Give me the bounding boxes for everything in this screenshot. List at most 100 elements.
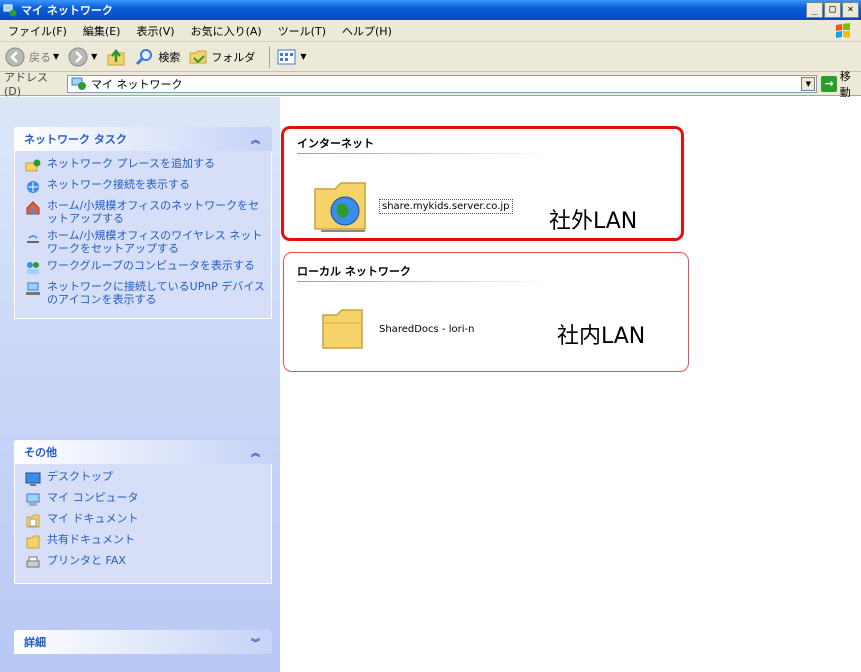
chevron-down-icon[interactable]: ▼ <box>300 52 306 61</box>
network-connections-icon <box>27 181 39 193</box>
up-folder-button[interactable] <box>105 46 127 68</box>
collapse-icon[interactable]: ︽ <box>251 446 260 459</box>
maximize-button[interactable]: □ <box>824 2 841 18</box>
printer-icon <box>26 556 40 568</box>
window-controls: _ □ × <box>806 2 859 18</box>
address-dropdown-button[interactable]: ▼ <box>801 76 816 91</box>
other-places-header[interactable]: その他 ︽ <box>14 440 272 464</box>
menu-file[interactable]: ファイル(F) <box>8 23 67 39</box>
task-view-connections[interactable]: ネットワーク接続を表示する <box>25 178 265 195</box>
task-add-network-place[interactable]: ネットワーク プレースを追加する <box>25 157 265 174</box>
task-show-upnp[interactable]: ネットワークに接続しているUPnP デバイスのアイコンを表示する <box>25 280 265 306</box>
details-panel: 詳細 ︾ <box>14 630 272 654</box>
folders-label: フォルダ <box>211 50 256 64</box>
network-tasks-body: ネットワーク プレースを追加する ネットワーク接続を表示する ホーム/小規模オフ… <box>14 151 272 319</box>
annotation-external-lan: 社外LAN <box>549 209 638 234</box>
annotation-internal-lan: 社内LAN <box>557 324 646 349</box>
address-value: マイ ネットワーク <box>91 77 183 91</box>
add-network-place-icon <box>25 159 41 172</box>
menu-favorites[interactable]: お気に入り(A) <box>191 23 262 39</box>
internet-folder-name: share.mykids.server.co.jp <box>379 198 513 214</box>
place-label: プリンタと FAX <box>47 554 126 567</box>
go-arrow-icon: → <box>821 75 837 92</box>
my-documents-icon <box>26 514 40 528</box>
place-label: マイ ドキュメント <box>47 512 139 525</box>
task-setup-wireless[interactable]: ホーム/小規模オフィスのワイヤレス ネットワークをセットアップする <box>25 229 265 255</box>
shared-documents-icon <box>26 535 40 549</box>
place-desktop[interactable]: デスクトップ <box>25 470 265 487</box>
chevron-down-icon[interactable]: ▼ <box>91 52 97 61</box>
place-label: マイ コンピュータ <box>47 491 139 504</box>
place-label: 共有ドキュメント <box>47 533 135 546</box>
folders-button[interactable]: フォルダ <box>188 47 255 67</box>
task-label: ホーム/小規模オフィスのネットワークをセットアップする <box>47 199 260 225</box>
views-icon <box>277 49 296 64</box>
desktop-icon <box>25 472 41 486</box>
local-group-header: ローカル ネットワーク <box>297 265 411 278</box>
internet-folder-item[interactable]: share.mykids.server.co.jp <box>311 177 513 235</box>
group-divider <box>297 281 553 282</box>
home-network-icon <box>26 201 40 215</box>
panel-title: その他 <box>24 446 57 459</box>
folders-icon <box>189 50 207 63</box>
menu-bar: ファイル(F) 編集(E) 表示(V) お気に入り(A) ツール(T) ヘルプ(… <box>0 20 861 42</box>
chevron-down-icon[interactable]: ▼ <box>53 52 59 61</box>
go-button[interactable]: → 移動 <box>821 68 861 100</box>
windows-logo-icon <box>836 23 850 38</box>
place-my-documents[interactable]: マイ ドキュメント <box>25 512 265 529</box>
menu-tools[interactable]: ツール(T) <box>278 23 326 39</box>
task-pane: ネットワーク タスク ︽ ネットワーク プレースを追加する ネットワーク接続を表… <box>0 97 280 672</box>
task-label: ホーム/小規模オフィスのワイヤレス ネットワークをセットアップする <box>47 229 263 255</box>
panel-title: ネットワーク タスク <box>24 133 127 146</box>
local-folder-name: SharedDocs - lori-n <box>379 323 475 335</box>
go-label: 移動 <box>839 69 851 99</box>
collapse-icon[interactable]: ︽ <box>251 133 260 146</box>
other-places-body: デスクトップ マイ コンピュータ マイ ドキュメント 共有ドキュメント プリンタ… <box>14 464 272 584</box>
place-shared-documents[interactable]: 共有ドキュメント <box>25 533 265 550</box>
toolbar: 戻る ▼ ▼ 検索 フォルダ ▼ <box>0 42 861 72</box>
forward-button[interactable]: ▼ <box>67 46 97 68</box>
up-folder-icon <box>107 48 125 65</box>
workgroup-icon <box>27 262 39 274</box>
place-printers-fax[interactable]: プリンタと FAX <box>25 554 265 571</box>
search-button[interactable]: 検索 <box>135 47 180 67</box>
address-input[interactable]: マイ ネットワーク ▼ <box>67 74 818 93</box>
internet-group-header: インターネット <box>297 137 374 150</box>
network-tasks-header[interactable]: ネットワーク タスク ︽ <box>14 127 272 151</box>
expand-icon[interactable]: ︾ <box>251 636 260 649</box>
close-button[interactable]: × <box>842 2 859 18</box>
details-header[interactable]: 詳細 ︾ <box>14 630 272 654</box>
task-label: ネットワークに接続しているUPnP デバイスのアイコンを表示する <box>47 280 265 306</box>
menu-help[interactable]: ヘルプ(H) <box>342 23 392 39</box>
back-arrow-icon <box>5 47 25 66</box>
toolbar-separator <box>269 45 271 68</box>
back-label: 戻る <box>29 50 51 64</box>
group-divider <box>297 153 553 154</box>
place-my-computer[interactable]: マイ コンピュータ <box>25 491 265 508</box>
other-places-panel: その他 ︽ デスクトップ マイ コンピュータ マイ ドキュメント 共有ドキュメン… <box>14 440 272 584</box>
task-label: ワークグループのコンピュータを表示する <box>47 259 255 272</box>
views-button[interactable]: ▼ <box>276 47 306 67</box>
menu-view[interactable]: 表示(V) <box>136 23 174 39</box>
my-computer-icon <box>26 493 40 506</box>
minimize-button[interactable]: _ <box>806 2 823 18</box>
menu-edit[interactable]: 編集(E) <box>83 23 121 39</box>
task-view-workgroup[interactable]: ワークグループのコンピュータを表示する <box>25 259 265 276</box>
panel-title: 詳細 <box>24 636 46 649</box>
network-tasks-panel: ネットワーク タスク ︽ ネットワーク プレースを追加する ネットワーク接続を表… <box>14 127 272 319</box>
network-icon <box>3 4 17 17</box>
internet-folder-icon <box>314 182 366 232</box>
task-label: ネットワーク プレースを追加する <box>47 157 215 170</box>
place-label: デスクトップ <box>47 470 113 483</box>
local-folder-item[interactable]: SharedDocs - lori-n <box>319 305 474 353</box>
wireless-icon <box>27 235 39 243</box>
address-bar: アドレス(D) マイ ネットワーク ▼ → 移動 <box>0 70 861 99</box>
content-area: インターネット share.mykids.server.co.jp 社外LAN … <box>281 97 861 672</box>
back-button[interactable]: 戻る ▼ <box>4 46 59 68</box>
address-label: アドレス(D) <box>4 71 48 98</box>
forward-arrow-icon <box>68 47 88 66</box>
network-icon <box>71 77 87 90</box>
search-label: 検索 <box>158 50 181 64</box>
task-setup-home-network[interactable]: ホーム/小規模オフィスのネットワークをセットアップする <box>25 199 265 225</box>
upnp-device-icon <box>26 282 40 295</box>
